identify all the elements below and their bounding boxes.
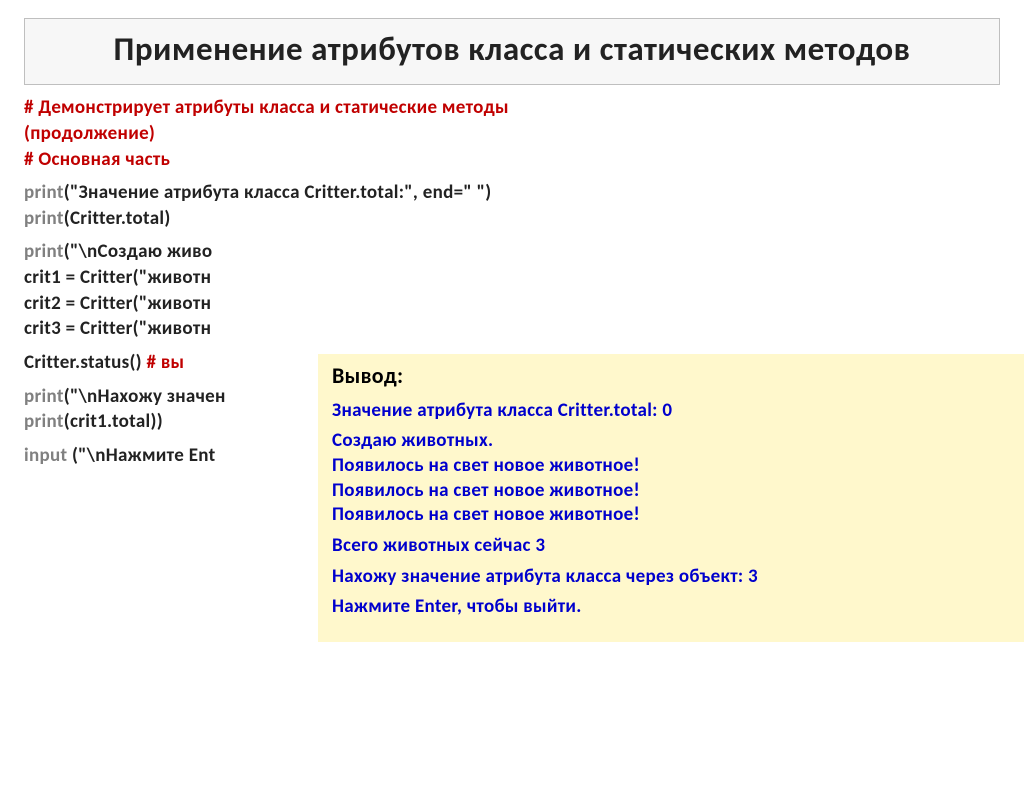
- output-line-1: Значение атрибута класса Critter.total: …: [332, 399, 1024, 424]
- output-line-3: Всего животных сейчас 3: [332, 534, 1024, 559]
- kw-input: input: [24, 444, 72, 467]
- code-line9-rest: (crit1.total)): [64, 410, 163, 433]
- output-title: Вывод:: [332, 362, 1024, 391]
- slide-title: Применение атрибутов класса и статически…: [41, 29, 983, 70]
- output-box: Вывод: Значение атрибута класса Critter.…: [318, 354, 1024, 642]
- code-line10-rest: ("\nНажмите Ent: [72, 444, 216, 467]
- output-line-2c: Появилось на свет новое животное!: [332, 479, 640, 502]
- code-line6: crit3 = Critter("животн: [24, 317, 211, 340]
- comment-demo-line1: # Демонстрирует атрибуты класса и статич…: [24, 96, 509, 119]
- slide-title-box: Применение атрибутов класса и статически…: [24, 18, 1000, 85]
- code-line4: crit1 = Critter("животн: [24, 266, 211, 289]
- code-line1-rest: ("Значение атрибута класса Critter.total…: [64, 181, 492, 204]
- code-line5: crit2 = Critter("животн: [24, 292, 211, 315]
- output-line-2a: Создаю животных.: [332, 429, 493, 452]
- kw-print-1: print: [24, 181, 64, 204]
- code-line8-rest: ("\nНахожу значен: [64, 385, 226, 408]
- output-line-4: Нахожу значение атрибута класса через об…: [332, 565, 1024, 590]
- output-line-5: Нажмите Enter, чтобы выйти.: [332, 595, 1024, 620]
- code-line7a: Critter.status(): [24, 351, 147, 374]
- code-line2-rest: (Critter.total): [64, 207, 171, 230]
- comment-demo-line2: (продолжение): [24, 122, 155, 145]
- output-line-2d: Появилось на свет новое животное!: [332, 503, 640, 526]
- kw-print-4: print: [24, 385, 64, 408]
- kw-print-3: print: [24, 240, 64, 263]
- output-line-2b: Появилось на свет новое животное!: [332, 454, 640, 477]
- kw-print-2: print: [24, 207, 64, 230]
- code-line7-comment: # вы: [147, 351, 185, 374]
- kw-print-5: print: [24, 410, 64, 433]
- code-line3-rest: ("\nСоздаю живо: [64, 240, 213, 263]
- comment-main: # Основная часть: [24, 148, 170, 171]
